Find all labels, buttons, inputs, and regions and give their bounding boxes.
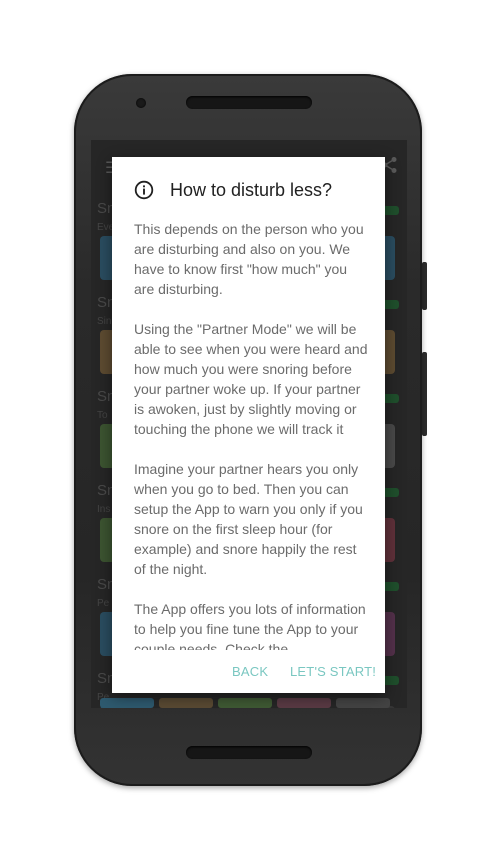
dialog-actions: BACK LET'S START! xyxy=(112,657,385,687)
bottom-tile xyxy=(336,698,390,708)
dialog-title: How to disturb less? xyxy=(170,180,333,200)
info-dialog: How to disturb less? This depends on the… xyxy=(112,157,385,693)
bottom-tile xyxy=(159,698,213,708)
top-speaker xyxy=(186,96,312,109)
lets-start-button[interactable]: LET'S START! xyxy=(290,657,376,687)
back-button[interactable]: BACK xyxy=(232,657,268,687)
dialog-paragraph: Imagine your partner hears you only when… xyxy=(134,461,363,577)
info-icon xyxy=(134,180,154,200)
dialog-body[interactable]: This depends on the person who you are d… xyxy=(134,219,370,650)
bottom-speaker xyxy=(186,746,312,759)
power-button xyxy=(422,262,427,310)
background-item-subtitle: Ins xyxy=(97,504,111,515)
dialog-paragraph: Using the "Partner Mode" we will be able… xyxy=(134,321,368,437)
bottom-tile xyxy=(277,698,331,708)
dialog-header: How to disturb less? xyxy=(134,179,375,203)
background-item-subtitle: Pe xyxy=(97,598,110,609)
dialog-paragraph: This depends on the person who you are d… xyxy=(134,221,364,297)
front-camera xyxy=(136,98,146,108)
volume-button xyxy=(422,352,427,436)
bottom-tile xyxy=(218,698,272,708)
bottom-tile xyxy=(100,698,154,708)
background-item-subtitle: To xyxy=(97,410,108,421)
dialog-paragraph: The App offers you lots of information t… xyxy=(134,601,366,650)
background-item-subtitle: Sin xyxy=(97,316,112,327)
